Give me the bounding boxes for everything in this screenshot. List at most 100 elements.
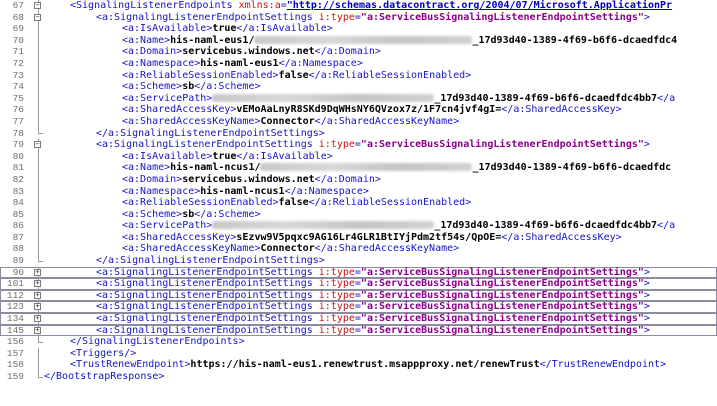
fold-toggle-icon[interactable]: + — [34, 324, 43, 337]
code-token: _17d93d40-1389-4f69-b6f6-dcaedfdc — [472, 162, 672, 174]
fold-toggle-icon[interactable]: + — [34, 313, 43, 325]
code-token: </a:IsAvailable> — [236, 23, 333, 35]
code-line[interactable]: 90 + <a:SignalingListenerEndpointSettings … — [0, 266, 717, 279]
fold-toggle-icon[interactable]: + — [34, 266, 43, 279]
expand-plus-icon[interactable]: + — [34, 268, 41, 276]
code-text: <Triggers/> — [70, 348, 136, 360]
code-token: </a:ReliableSessionEnabled> — [308, 197, 472, 209]
fold-guide — [35, 81, 43, 93]
code-token: </a — [657, 220, 676, 232]
code-token: <Triggers/> — [70, 347, 137, 359]
code-line[interactable]: 76 <a:SharedAccessKey>vEMoAaLnyR8SKd9DqWH… — [0, 104, 717, 116]
code-line[interactable]: 72 <a:Namespace>his-naml-eus1</a:Namespac… — [0, 57, 717, 70]
code-token: vEMoAaLnyR8SKd9DqWHsNY6QVzox7z/1F7cn4jvf… — [236, 104, 502, 116]
fold-toggle-icon[interactable]: − — [34, 0, 43, 12]
code-text: <a:Namespace>his-naml-eus1</a:Namespace> — [122, 58, 363, 70]
code-line[interactable]: 86 <a:ServicePath> _17d93d40-1389-4f69-b6f… — [0, 220, 717, 232]
code-token: </a:Namespace> — [278, 57, 363, 69]
expand-plus-icon[interactable]: + — [34, 326, 41, 334]
code-line[interactable]: 156 </SignalingListenerEndpoints> — [0, 336, 717, 348]
code-token: <a:SignalingListenerEndpointSettings — [96, 11, 319, 23]
code-text: <a:SignalingListenerEndpointSettings i:t… — [96, 301, 650, 313]
code-text: <a:SignalingListenerEndpointSettings i:t… — [96, 12, 650, 24]
collapse-minus-icon[interactable]: − — [34, 13, 41, 21]
code-token: <a:SharedAccessKeyName> — [122, 115, 261, 127]
code-line[interactable]: 84 <a:ReliableSessionEnabled>false</a:Rel… — [0, 197, 717, 209]
code-text: <a:Name>his-naml-ncus1/ _17d93d40-1389-4f… — [122, 162, 671, 174]
fold-toggle-icon[interactable]: − — [34, 11, 43, 24]
fold-toggle-icon[interactable]: + — [34, 278, 43, 290]
code-token: xmlns:a — [238, 0, 281, 11]
code-text: <a:ReliableSessionEnabled>false</a:Relia… — [122, 70, 471, 82]
code-line[interactable]: 81 <a:Name>his-naml-ncus1/ _17d93d40-1389-… — [0, 162, 717, 174]
code-token: <a:Namespace> — [122, 185, 201, 197]
code-line[interactable]: 69 <a:IsAvailable>true</a:IsAvailable> — [0, 23, 717, 35]
code-token: </TrustRenewEndpoint> — [539, 359, 667, 371]
code-line[interactable]: 157 <Triggers/> — [0, 347, 717, 360]
code-token: his-naml-ncus1/ — [170, 162, 261, 174]
code-token: i:type — [318, 11, 355, 23]
code-line[interactable]: 74 <a:Scheme>sb</a:Scheme> — [0, 81, 717, 93]
code-line[interactable]: 79 − <a:SignalingListenerEndpointSettings … — [0, 139, 717, 151]
code-line[interactable]: 123 + <a:SignalingListenerEndpointSettings… — [0, 301, 717, 314]
fold-toggle-icon[interactable]: + — [34, 289, 43, 302]
code-line[interactable]: 112 + <a:SignalingListenerEndpointSettings… — [0, 289, 717, 302]
code-line[interactable]: 75 <a:ServicePath> _17d93d40-1389-4f69-b6f… — [0, 92, 717, 105]
code-line[interactable]: 68 − <a:SignalingListenerEndpointSettings … — [0, 11, 717, 24]
code-token: "a:ServiceBusSignalingListenerEndpointSe… — [360, 278, 644, 290]
redacted-text — [260, 163, 473, 172]
code-text: <a:SignalingListenerEndpointSettings i:t… — [96, 139, 650, 151]
expand-plus-icon[interactable]: + — [34, 291, 41, 299]
code-line[interactable]: 73 <a:ReliableSessionEnabled>false</a:Rel… — [0, 69, 717, 82]
code-token: "a:ServiceBusSignalingListenerEndpointSe… — [360, 266, 644, 278]
collapse-minus-icon[interactable]: − — [34, 2, 41, 9]
xml-editor[interactable]: 67 − <SignalingListenerEndpoints xmlns:a="… — [0, 0, 717, 406]
code-line[interactable]: 71 <a:Domain>servicebus.windows.net</a:Do… — [0, 46, 717, 58]
line-number: 74 — [12, 81, 24, 93]
code-line[interactable]: 134 + <a:SignalingListenerEndpointSettings… — [0, 313, 717, 325]
fold-guide — [35, 220, 43, 232]
code-token: <a:SignalingListenerEndpointSettings — [96, 324, 319, 336]
collapse-minus-icon[interactable]: − — [34, 141, 41, 149]
code-line[interactable]: 83 <a:Namespace>his-naml-ncus1</a:Namespa… — [0, 185, 717, 198]
code-token: i:type — [318, 324, 355, 336]
code-token: "a:ServiceBusSignalingListenerEndpointSe… — [360, 313, 644, 325]
line-number: 72 — [12, 57, 24, 69]
code-line[interactable]: 158 <TrustRenewEndpoint>https://his-naml-… — [0, 359, 717, 371]
line-number: 73 — [12, 69, 24, 81]
code-text: </SignalingListenerEndpoints> — [70, 336, 245, 348]
fold-guide — [35, 371, 43, 383]
code-line[interactable]: 87 <a:SharedAccessKey>sEzvw9V5pqxc9AG16Lr… — [0, 231, 717, 244]
code-line[interactable]: 70 <a:Name>his-naml-eus1/ _17d93d40-1389-4… — [0, 34, 717, 47]
code-text: </a:SignalingListenerEndpointSettings> — [96, 128, 325, 140]
fold-toggle-icon[interactable]: + — [34, 301, 43, 314]
line-number: 101 — [6, 278, 24, 290]
line-number: 70 — [12, 34, 24, 46]
code-line[interactable]: 85 <a:Scheme>sb</a:Scheme> — [0, 208, 717, 221]
code-line[interactable]: 101 + <a:SignalingListenerEndpointSettings… — [0, 278, 717, 290]
fold-guide — [35, 208, 43, 221]
line-number: 156 — [6, 336, 24, 348]
code-line[interactable]: 89 </a:SignalingListenerEndpointSettings> — [0, 255, 717, 267]
fold-toggle-icon[interactable]: − — [34, 139, 43, 151]
code-line[interactable]: 67 − <SignalingListenerEndpoints xmlns:a="… — [0, 0, 717, 12]
code-token: </a:Domain> — [314, 173, 381, 185]
code-token: i:type — [318, 313, 355, 325]
code-line[interactable]: 159 </BootstrapResponse> — [0, 371, 717, 383]
expand-plus-icon[interactable]: + — [34, 315, 41, 323]
code-token: _17d93d40-1389-4f69-b6f6-dcaedfdc4 — [472, 34, 678, 46]
line-number: 69 — [12, 23, 24, 35]
code-line[interactable]: 82 <a:Domain>servicebus.windows.net</a:Do… — [0, 173, 717, 186]
code-token: </a:SharedAccessKeyName> — [314, 243, 460, 255]
code-token: "a:ServiceBusSignalingListenerEndpointSe… — [360, 289, 644, 301]
expand-plus-icon[interactable]: + — [34, 280, 41, 288]
code-line[interactable]: 145 + <a:SignalingListenerEndpointSettings… — [0, 324, 717, 337]
code-line[interactable]: 88 <a:SharedAccessKeyName>Connector</a:Sh… — [0, 243, 717, 256]
expand-plus-icon[interactable]: + — [34, 303, 41, 311]
code-token: > — [643, 278, 650, 290]
code-line[interactable]: 80 <a:IsAvailable>true</a:IsAvailable> — [0, 150, 717, 163]
code-token: false — [278, 69, 309, 81]
code-line[interactable]: 78 </a:SignalingListenerEndpointSettings> — [0, 127, 717, 140]
line-number: 90 — [12, 266, 24, 278]
code-line[interactable]: 77 <a:SharedAccessKeyName>Connector</a:Sh… — [0, 115, 717, 128]
